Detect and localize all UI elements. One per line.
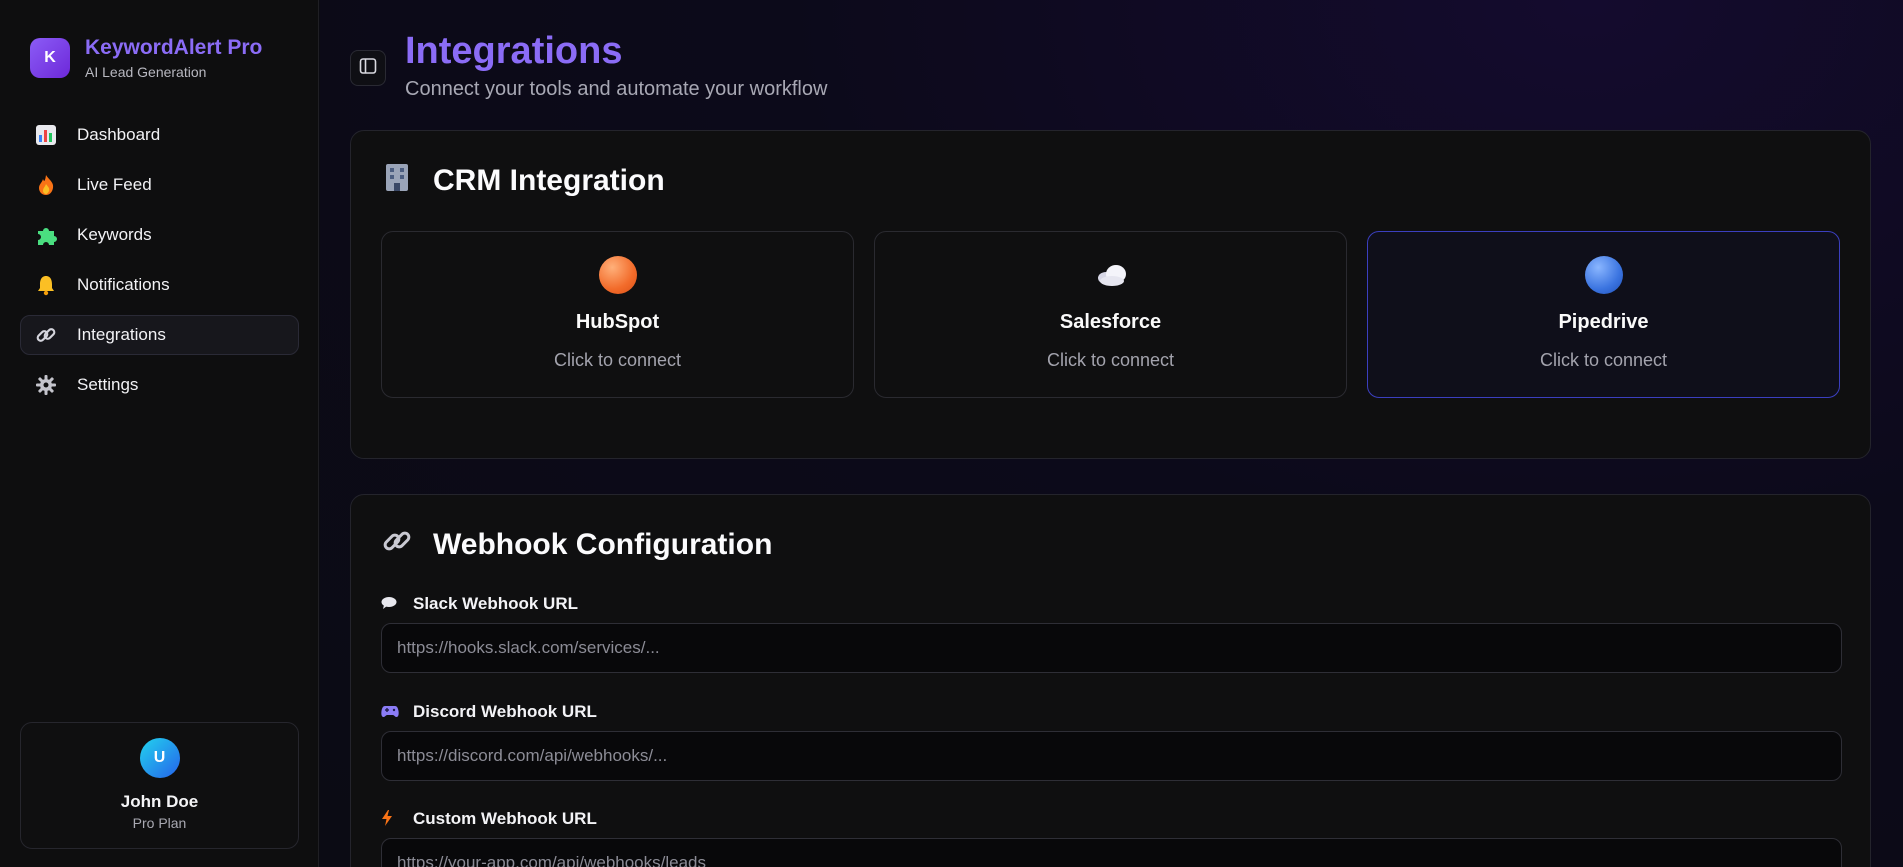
sidebar-item-label: Notifications [77, 275, 170, 294]
crm-card-status: Click to connect [553, 350, 682, 370]
crm-card-name: Pipedrive [1558, 311, 1649, 333]
sidebar-toggle-icon [359, 57, 377, 80]
link-icon [381, 525, 419, 565]
custom-webhook-input[interactable] [381, 838, 1842, 867]
sidebar-item-integrations[interactable]: Integrations [20, 315, 299, 355]
slack-webhook-input[interactable] [381, 623, 1842, 673]
crm-card-salesforce[interactable]: Salesforce Click to connect [874, 231, 1347, 398]
custom-webhook-label: Custom Webhook URL [413, 809, 597, 828]
puzzle-icon [34, 223, 58, 247]
office-building-icon [381, 161, 419, 201]
blue-circle-icon [1584, 256, 1623, 294]
brand-title: KeywordAlert Pro [85, 36, 263, 59]
gear-icon [34, 373, 58, 397]
custom-webhook-field: Custom Webhook URL [381, 808, 1842, 867]
user-plan: Pro Plan [132, 815, 187, 831]
sidebar-item-label: Live Feed [77, 175, 152, 194]
crm-card-hubspot[interactable]: HubSpot Click to connect [381, 231, 854, 398]
crm-card-pipedrive[interactable]: Pipedrive Click to connect [1367, 231, 1840, 398]
link-icon [34, 323, 58, 347]
sidebar-item-label: Keywords [77, 225, 152, 244]
page-title: Integrations [405, 30, 623, 72]
orange-circle-icon [598, 256, 637, 294]
game-controller-icon [381, 704, 399, 721]
crm-card-name: HubSpot [575, 311, 660, 333]
sidebar-toggle-button[interactable] [350, 50, 386, 86]
sidebar: K KeywordAlert Pro AI Lead Generation Da… [0, 0, 319, 867]
page-subtitle: Connect your tools and automate your wor… [405, 78, 828, 100]
user-card[interactable]: U John Doe Pro Plan [20, 722, 299, 849]
avatar: U [139, 738, 180, 778]
lightning-icon [381, 809, 399, 829]
webhook-panel-title: Webhook Configuration [433, 528, 773, 561]
slack-webhook-field: Slack Webhook URL [381, 593, 1842, 673]
brand-subtitle: AI Lead Generation [85, 64, 207, 80]
sidebar-item-live-feed[interactable]: Live Feed [20, 165, 299, 205]
webhook-configuration-panel: Webhook Configuration Slack Webhook URL … [350, 494, 1871, 867]
discord-webhook-field: Discord Webhook URL [381, 701, 1842, 781]
sidebar-item-label: Settings [77, 375, 139, 394]
brand-logo: K [30, 38, 70, 78]
sidebar-item-dashboard[interactable]: Dashboard [20, 115, 299, 155]
sidebar-item-label: Dashboard [77, 125, 161, 144]
fire-icon [34, 173, 58, 197]
main-content: Integrations Connect your tools and auto… [320, 0, 1903, 867]
discord-webhook-input[interactable] [381, 731, 1842, 781]
crm-card-name: Salesforce [1059, 311, 1162, 333]
sidebar-item-keywords[interactable]: Keywords [20, 215, 299, 255]
slack-webhook-label: Slack Webhook URL [413, 594, 578, 613]
sidebar-item-notifications[interactable]: Notifications [20, 265, 299, 305]
brand[interactable]: K KeywordAlert Pro AI Lead Generation [30, 36, 262, 80]
speech-bubble-icon [381, 596, 399, 613]
user-name: John Doe [120, 792, 199, 811]
sidebar-item-settings[interactable]: Settings [20, 365, 299, 405]
sidebar-nav: Dashboard Live Feed Keywords Notificatio… [20, 115, 299, 415]
bar-chart-icon [34, 123, 58, 147]
crm-panel-title: CRM Integration [433, 164, 665, 197]
cloud-icon [1092, 256, 1130, 294]
crm-card-status: Click to connect [1046, 350, 1175, 370]
bell-icon [34, 273, 58, 297]
crm-card-status: Click to connect [1539, 350, 1668, 370]
crm-integration-panel: CRM Integration HubSpot Click to connect… [350, 130, 1871, 459]
discord-webhook-label: Discord Webhook URL [413, 702, 597, 721]
sidebar-item-label: Integrations [77, 325, 166, 344]
